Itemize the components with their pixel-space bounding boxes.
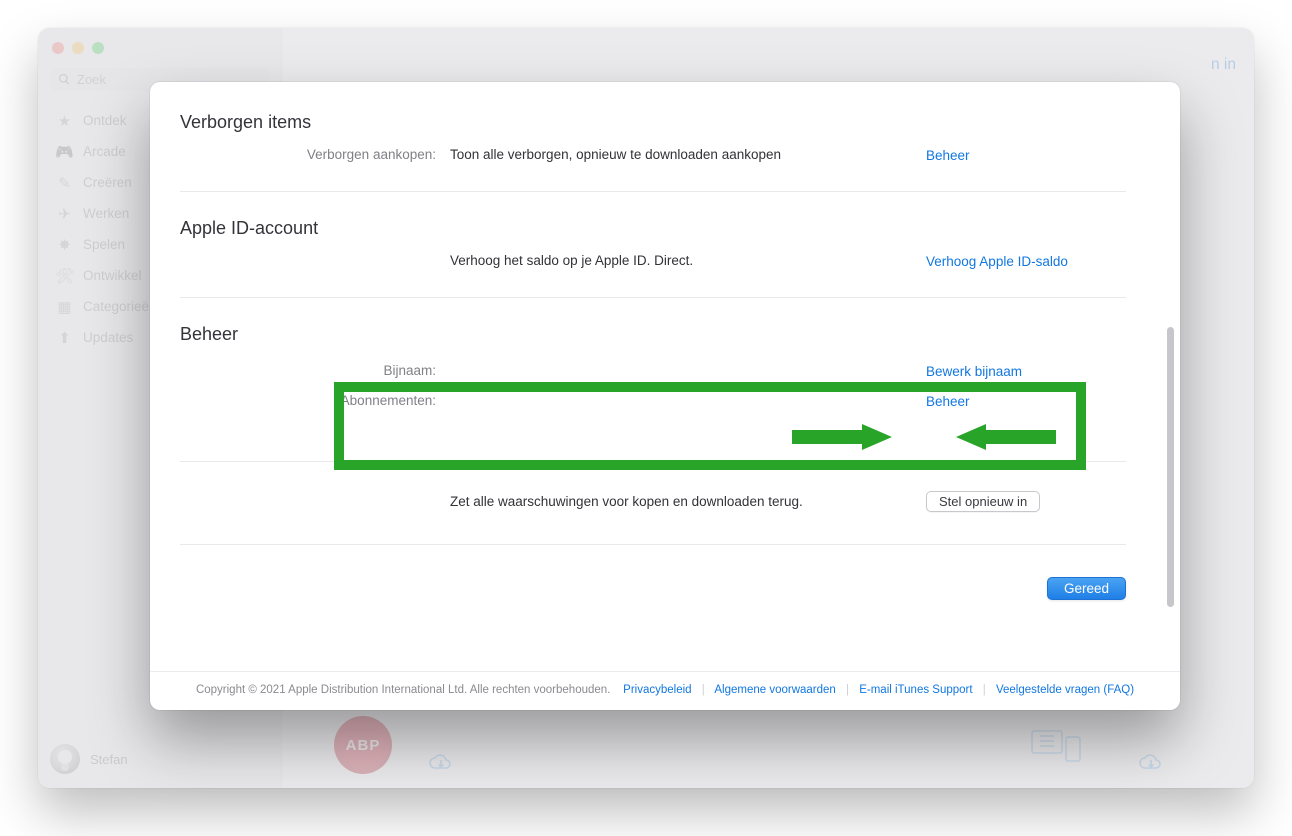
row-reset-warnings: Zet alle waarschuwingen voor kopen en do…	[180, 488, 1126, 514]
divider	[180, 191, 1126, 192]
row-nickname: Bijnaam: Bewerk bijnaam	[180, 363, 1126, 389]
manage-subscriptions-link[interactable]: Beheer	[926, 394, 970, 409]
row-label: Verborgen aankopen:	[180, 147, 450, 162]
copyright-text: Copyright © 2021 Apple Distribution Inte…	[196, 684, 610, 696]
reset-warnings-text: Zet alle waarschuwingen voor kopen en do…	[450, 494, 926, 509]
section-title-manage: Beheer	[180, 324, 1126, 345]
row-hidden-purchases: Verborgen aankopen: Toon alle verborgen,…	[180, 147, 1126, 173]
done-button[interactable]: Gereed	[1047, 577, 1126, 600]
row-value: Toon alle verborgen, opnieuw te download…	[450, 147, 926, 162]
support-link[interactable]: E-mail iTunes Support	[859, 684, 972, 696]
row-value: Verhoog het saldo op je Apple ID. Direct…	[450, 253, 926, 268]
divider	[180, 461, 1126, 462]
manage-hidden-link[interactable]: Beheer	[926, 148, 970, 163]
terms-link[interactable]: Algemene voorwaarden	[714, 684, 835, 696]
section-title-apple-id: Apple ID-account	[180, 218, 1126, 239]
scrollbar-thumb[interactable]	[1167, 327, 1174, 607]
divider	[180, 297, 1126, 298]
account-settings-modal: Verborgen items Verborgen aankopen: Toon…	[150, 82, 1180, 710]
faq-link[interactable]: Veelgestelde vragen (FAQ)	[996, 684, 1134, 696]
modal-footer: Copyright © 2021 Apple Distribution Inte…	[150, 671, 1180, 710]
section-title-hidden-items: Verborgen items	[180, 112, 1126, 133]
privacy-link[interactable]: Privacybeleid	[623, 684, 691, 696]
row-apple-id-funds: Verhoog het saldo op je Apple ID. Direct…	[180, 253, 1126, 279]
reset-warnings-button[interactable]: Stel opnieuw in	[926, 491, 1040, 512]
row-subscriptions: Abonnementen: Beheer	[180, 393, 1126, 419]
edit-nickname-link[interactable]: Bewerk bijnaam	[926, 364, 1022, 379]
row-label: Abonnementen:	[180, 393, 450, 408]
divider	[180, 544, 1126, 545]
add-funds-link[interactable]: Verhoog Apple ID-saldo	[926, 254, 1068, 269]
row-label: Bijnaam:	[180, 363, 450, 378]
